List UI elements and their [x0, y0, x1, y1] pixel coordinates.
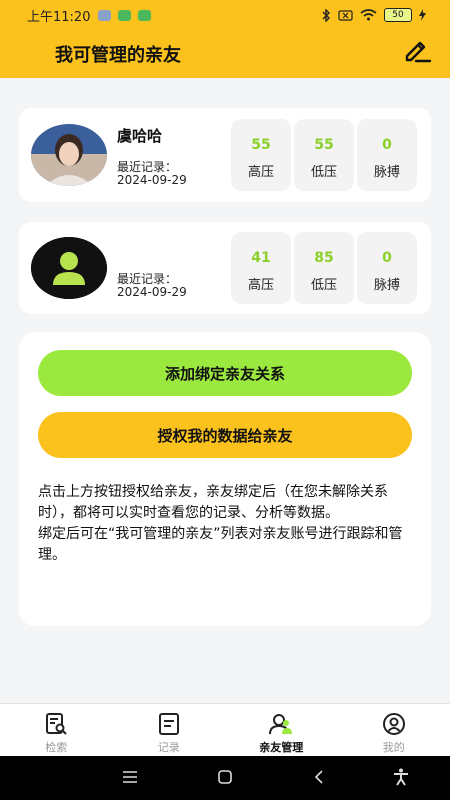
- tab-search[interactable]: 检索: [0, 704, 113, 757]
- profile-icon: [382, 713, 405, 735]
- system-nav-bar: [0, 756, 450, 800]
- tab-label: 我的: [382, 741, 405, 754]
- stat-label: 高压: [247, 278, 274, 293]
- edit-icon[interactable]: [403, 40, 433, 66]
- tab-label: 亲友管理: [259, 741, 304, 754]
- tab-label: 检索: [45, 741, 68, 754]
- stat-systolic: 41 高压: [231, 232, 291, 304]
- wifi-icon: [360, 9, 377, 21]
- stat-diastolic: 55 低压: [294, 119, 354, 191]
- header-bar: 上午11:20 50 我可管理的亲友: [0, 0, 450, 78]
- recent-record-date: 2024-09-29: [117, 173, 187, 187]
- status-bar: 上午11:20 50: [0, 0, 450, 30]
- battery-icon: 50: [384, 8, 412, 22]
- friend-card[interactable]: 虞哈哈 最近记录： 2024-09-29 55 高压 55 低压 0 脉搏: [19, 108, 431, 202]
- status-app-icons: [98, 9, 152, 21]
- stat-value: 55: [314, 137, 334, 153]
- charging-icon: [419, 9, 426, 21]
- avatar: [31, 124, 107, 186]
- stat-label: 高压: [247, 165, 274, 180]
- stat-label: 低压: [310, 165, 337, 180]
- stat-pulse: 0 脉搏: [357, 232, 417, 304]
- tab-profile[interactable]: 我的: [338, 704, 450, 757]
- friend-name: 虞哈哈: [117, 127, 163, 145]
- stat-diastolic: 85 低压: [294, 232, 354, 304]
- chat-app-icon: [138, 9, 152, 21]
- stat-value: 85: [314, 250, 334, 266]
- bluetooth-icon: [322, 8, 330, 22]
- description-paragraph: 点击上方按钮授权给亲友，亲友绑定后（在您未解除关系时），都将可以实时查看您的记录…: [38, 484, 388, 521]
- recent-record-date: 2024-09-29: [117, 285, 187, 299]
- stat-label: 脉搏: [373, 165, 400, 180]
- stat-label: 脉搏: [373, 278, 400, 293]
- back-icon[interactable]: [314, 770, 324, 784]
- menu-icon[interactable]: [123, 771, 137, 783]
- action-card: 添加绑定亲友关系 授权我的数据给亲友 点击上方按钮授权给亲友，亲友绑定后（在您未…: [19, 332, 431, 626]
- bottom-tab-bar: 检索 记录 亲友管理 我的: [0, 703, 450, 757]
- friend-card[interactable]: 最近记录： 2024-09-29 41 高压 85 低压 0 脉搏: [19, 222, 431, 314]
- tab-label: 记录: [157, 741, 180, 754]
- muted-icon: [338, 9, 353, 21]
- page-title: 我可管理的亲友: [55, 45, 181, 66]
- family-icon: [269, 714, 293, 735]
- description-paragraph: 绑定后可在“我可管理的亲友”列表对亲友账号进行跟踪和管理。: [38, 526, 403, 563]
- stat-systolic: 55 高压: [231, 119, 291, 191]
- stat-value: 41: [251, 250, 271, 266]
- authorize-data-button[interactable]: 授权我的数据给亲友: [38, 412, 412, 458]
- tab-family-management[interactable]: 亲友管理: [225, 704, 338, 757]
- description: 点击上方按钮授权给亲友，亲友绑定后（在您未解除关系时），都将可以实时查看您的记录…: [38, 482, 416, 566]
- stat-value: 0: [382, 137, 392, 153]
- status-indicators: 50: [321, 8, 426, 22]
- clock-app-icon: [98, 9, 112, 21]
- home-icon[interactable]: [218, 770, 232, 784]
- default-avatar-icon: [31, 237, 107, 299]
- stat-value: 55: [251, 137, 271, 153]
- message-app-icon: [118, 9, 132, 21]
- stat-value: 0: [382, 250, 392, 266]
- status-time: 上午11:20: [27, 9, 91, 25]
- accessibility-icon[interactable]: [393, 768, 409, 786]
- stat-label: 低压: [310, 278, 337, 293]
- add-binding-button[interactable]: 添加绑定亲友关系: [38, 350, 412, 396]
- tab-records[interactable]: 记录: [113, 704, 226, 757]
- stat-pulse: 0 脉搏: [357, 119, 417, 191]
- record-icon: [158, 713, 179, 735]
- search-doc-icon: [46, 713, 67, 735]
